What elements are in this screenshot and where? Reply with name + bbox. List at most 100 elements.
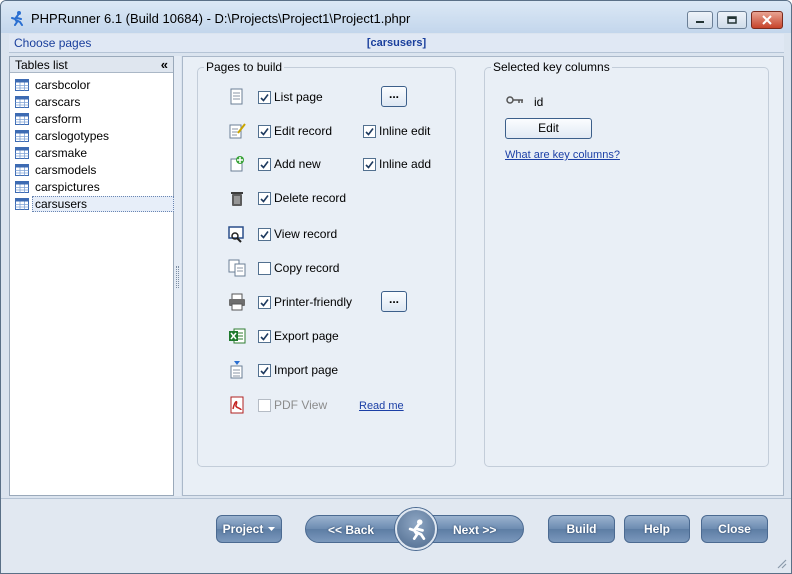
add-new-label: Add new bbox=[274, 157, 321, 171]
import-page-option[interactable]: Import page bbox=[258, 363, 338, 377]
table-item-carslogotypes[interactable]: carslogotypes bbox=[15, 127, 112, 144]
collapse-panel-icon[interactable]: « bbox=[161, 57, 168, 72]
table-item-label: carsmake bbox=[35, 145, 88, 160]
checkmark-icon bbox=[260, 366, 269, 375]
resize-grip-icon[interactable] bbox=[775, 557, 787, 569]
copy-record-checkbox[interactable] bbox=[258, 261, 271, 275]
minimize-button[interactable] bbox=[687, 11, 713, 29]
pdf-view-label: PDF View bbox=[274, 398, 328, 412]
delete-record-option[interactable]: Delete record bbox=[258, 191, 346, 205]
table-item-label: carspictures bbox=[35, 179, 100, 194]
table-icon bbox=[15, 180, 29, 193]
printer-settings-button[interactable]: ... bbox=[381, 291, 407, 312]
view-record-icon bbox=[228, 226, 244, 243]
checkmark-icon bbox=[365, 160, 374, 169]
list-page-option[interactable]: List page bbox=[258, 90, 323, 104]
printer-friendly-checkbox[interactable] bbox=[258, 295, 271, 309]
key-columns-help-link[interactable]: What are key columns? bbox=[505, 149, 620, 161]
table-item-carsusers[interactable]: carsusers bbox=[15, 195, 174, 212]
table-item-label: carslogotypes bbox=[35, 128, 110, 143]
checkmark-icon bbox=[260, 93, 269, 102]
pdf-view-checkbox bbox=[258, 398, 271, 412]
splitter-grip-icon[interactable] bbox=[176, 266, 179, 288]
next-button[interactable]: Next >> bbox=[453, 523, 496, 537]
list-page-settings-button[interactable]: ... bbox=[381, 86, 407, 107]
printer-friendly-option[interactable]: Printer-friendly bbox=[258, 295, 352, 309]
table-item-label: carsbcolor bbox=[35, 77, 91, 92]
project-label: Project bbox=[222, 522, 264, 536]
table-item-carsbcolor[interactable]: carsbcolor bbox=[15, 76, 93, 93]
import-page-label: Import page bbox=[274, 363, 339, 377]
table-item-carsform[interactable]: carsform bbox=[15, 110, 85, 127]
edit-key-columns-button[interactable]: Edit bbox=[505, 118, 592, 139]
edit-record-option[interactable]: Edit record bbox=[258, 124, 332, 138]
maximize-button[interactable] bbox=[717, 11, 747, 29]
wizard-footer: Project << Back Next >> Build Help Close bbox=[1, 498, 791, 573]
tables-list-title: Tables list bbox=[15, 58, 68, 72]
selected-key-columns-group: Selected key columns id Edit What are ke… bbox=[484, 60, 769, 467]
add-new-checkbox[interactable] bbox=[258, 157, 271, 171]
inline-add-label: Inline add bbox=[379, 157, 432, 171]
pages-to-build-group: Pages to build List page ... Edit record… bbox=[197, 60, 456, 467]
help-button[interactable]: Help bbox=[624, 515, 690, 543]
table-item-carspictures[interactable]: carspictures bbox=[15, 178, 103, 195]
key-icon bbox=[506, 96, 523, 104]
printer-friendly-label: Printer-friendly bbox=[274, 295, 353, 309]
copy-record-label: Copy record bbox=[274, 261, 340, 275]
main-content: Pages to build List page ... Edit record… bbox=[182, 56, 784, 496]
panel-splitter[interactable] bbox=[174, 56, 181, 496]
add-new-option[interactable]: Add new bbox=[258, 157, 321, 171]
export-page-option[interactable]: Export page bbox=[258, 329, 339, 343]
table-item-label: carscars bbox=[35, 94, 81, 109]
close-button[interactable]: Close bbox=[701, 515, 768, 543]
phprunner-logo-icon bbox=[11, 11, 23, 26]
delete-record-checkbox[interactable] bbox=[258, 191, 271, 205]
pdf-view-option: PDF View bbox=[258, 398, 327, 412]
inline-add-option[interactable]: Inline add bbox=[363, 157, 431, 171]
table-item-carsmake[interactable]: carsmake bbox=[15, 144, 90, 161]
checkmark-icon bbox=[260, 298, 269, 307]
dropdown-arrow-icon bbox=[268, 526, 276, 531]
trash-icon bbox=[231, 192, 243, 206]
table-item-carscars[interactable]: carscars bbox=[15, 93, 83, 110]
export-page-label: Export page bbox=[274, 329, 339, 343]
title-bar[interactable]: PHPRunner 6.1 (Build 10684) - D:\Project… bbox=[1, 1, 791, 33]
page-header: Choose pages [carsusers] bbox=[9, 34, 784, 53]
table-item-label: carsusers bbox=[32, 195, 174, 212]
inline-edit-checkbox[interactable] bbox=[363, 124, 376, 138]
back-button[interactable]: << Back bbox=[328, 523, 374, 537]
table-item-label: carsform bbox=[35, 111, 82, 126]
table-icon bbox=[15, 146, 29, 159]
running-man-icon bbox=[408, 519, 426, 540]
table-item-carsmodels[interactable]: carsmodels bbox=[15, 161, 99, 178]
app-window: PHPRunner 6.1 (Build 10684) - D:\Project… bbox=[0, 0, 792, 574]
project-menu-button[interactable]: Project bbox=[216, 515, 282, 543]
restore-icon bbox=[727, 16, 737, 24]
window-title: PHPRunner 6.1 (Build 10684) - D:\Project… bbox=[31, 11, 411, 26]
view-record-checkbox[interactable] bbox=[258, 227, 271, 241]
edit-record-icon bbox=[229, 123, 246, 139]
table-item-label: carsmodels bbox=[35, 162, 97, 177]
import-page-icon bbox=[230, 361, 243, 379]
checkmark-icon bbox=[260, 160, 269, 169]
edit-record-checkbox[interactable] bbox=[258, 124, 271, 138]
key-column-name: id bbox=[534, 95, 544, 109]
list-page-icon bbox=[230, 88, 243, 105]
pages-group-title: Pages to build bbox=[204, 60, 285, 74]
copy-record-option[interactable]: Copy record bbox=[258, 261, 339, 275]
read-me-link[interactable]: Read me bbox=[359, 400, 404, 412]
delete-record-label: Delete record bbox=[274, 191, 347, 205]
view-record-option[interactable]: View record bbox=[258, 227, 337, 241]
key-group-title: Selected key columns bbox=[491, 60, 612, 74]
inline-add-checkbox[interactable] bbox=[363, 157, 376, 171]
list-page-label: List page bbox=[274, 90, 323, 104]
table-icon bbox=[15, 112, 29, 125]
build-button[interactable]: Build bbox=[548, 515, 615, 543]
inline-edit-option[interactable]: Inline edit bbox=[363, 124, 430, 138]
close-window-button[interactable] bbox=[751, 11, 783, 29]
list-page-checkbox[interactable] bbox=[258, 90, 271, 104]
close-icon bbox=[762, 15, 772, 25]
run-wizard-button[interactable] bbox=[395, 508, 437, 550]
import-page-checkbox[interactable] bbox=[258, 363, 271, 377]
export-page-checkbox[interactable] bbox=[258, 329, 271, 343]
